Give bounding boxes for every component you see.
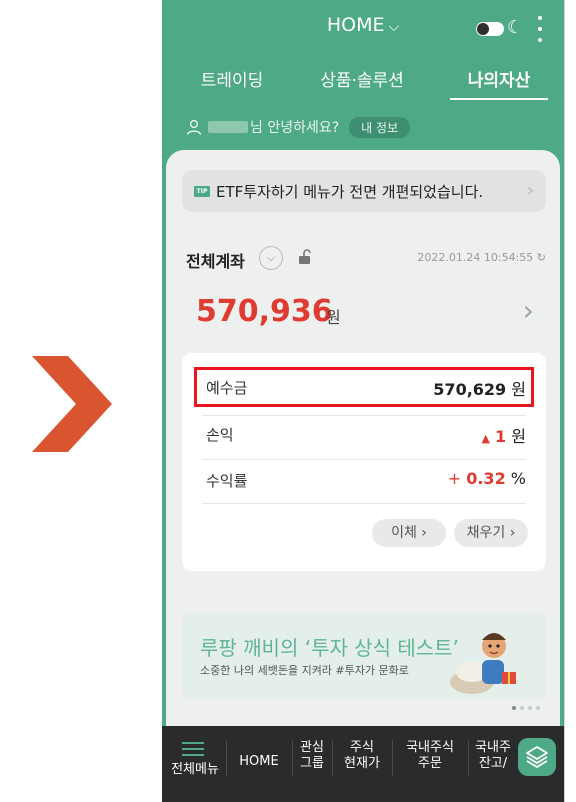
deposit-unit: 원 bbox=[511, 380, 526, 399]
profit-value: 1 bbox=[495, 427, 507, 446]
nav-domestic-order[interactable]: 국내주식 주문 bbox=[394, 740, 466, 772]
tip-badge: TIP bbox=[194, 185, 210, 197]
account-details-panel: 예수금 570,629 원 손익 ▲ 1 원 수익률 + 0.32 % 이체 ›… bbox=[182, 353, 546, 571]
my-info-button[interactable]: 내 정보 bbox=[349, 116, 411, 138]
deposit-value: 570,629 bbox=[433, 380, 507, 399]
nav-stock-price[interactable]: 주식 현재가 bbox=[334, 740, 390, 772]
nav-divider bbox=[392, 740, 393, 776]
tab-trading[interactable]: 트레이딩 bbox=[182, 66, 282, 91]
deposit-label: 예수금 bbox=[206, 379, 248, 397]
tip-notice[interactable]: TIP ETF투자하기 메뉴가 전면 개편되었습니다. › bbox=[182, 170, 546, 212]
rate-sign: + bbox=[447, 469, 462, 488]
total-balance-unit: 원 bbox=[326, 308, 341, 327]
nav-divider bbox=[468, 740, 469, 776]
chevron-down-icon: ⌵ bbox=[388, 19, 400, 35]
rate-label: 수익률 bbox=[206, 472, 248, 490]
layers-button[interactable] bbox=[518, 738, 556, 776]
profit-value-group: ▲ 1 원 bbox=[481, 423, 526, 447]
active-tab-indicator bbox=[450, 98, 548, 100]
nav-divider bbox=[226, 740, 227, 776]
theme-toggle[interactable] bbox=[476, 22, 504, 36]
tab-bar: 트레이딩 상품·솔루션 나의자산 bbox=[162, 66, 564, 102]
account-header: 전체계좌 ⌵ 2022.01.24 10:54:55 ↻ bbox=[186, 246, 546, 272]
tab-my-assets[interactable]: 나의자산 bbox=[450, 66, 548, 91]
timestamp-text: 2022.01.24 10:54:55 bbox=[417, 251, 534, 264]
divider bbox=[202, 415, 526, 416]
rate-row: 수익률 + 0.32 % bbox=[206, 465, 526, 495]
account-title: 전체계좌 bbox=[186, 252, 245, 271]
tab-products-solutions[interactable]: 상품·솔루션 bbox=[302, 66, 422, 91]
rate-value-group: + 0.32 % bbox=[448, 469, 526, 488]
fill-button[interactable]: 채우기 › bbox=[454, 519, 528, 547]
asset-card: TIP ETF투자하기 메뉴가 전면 개편되었습니다. › 전체계좌 ⌵ 202… bbox=[166, 150, 560, 750]
up-triangle-icon: ▲ bbox=[481, 432, 490, 445]
nav-watchlist[interactable]: 관심 그룹 bbox=[294, 740, 330, 772]
toggle-knob bbox=[477, 23, 489, 35]
chevron-right-icon[interactable]: › bbox=[523, 294, 534, 327]
chevron-right-icon: › bbox=[526, 180, 534, 201]
nav-domestic-balance[interactable]: 국내주 잔고/ bbox=[470, 740, 516, 772]
home-dropdown[interactable]: HOME ⌵ bbox=[162, 14, 564, 36]
nav-divider bbox=[332, 740, 333, 776]
layers-icon bbox=[526, 746, 548, 768]
top-bar: HOME ⌵ ☾ bbox=[162, 0, 564, 54]
greeting: 님 안녕하세요? 내 정보 bbox=[186, 116, 411, 138]
divider bbox=[202, 503, 526, 504]
carousel-dots bbox=[512, 706, 540, 710]
banner-title: 루팡 깨비의 ‘투자 상식 테스트’ bbox=[200, 636, 459, 660]
bottom-navigation: 전체메뉴 HOME 관심 그룹 주식 현재가 국내주식 주문 국내주 잔고/ bbox=[162, 726, 564, 802]
goblin-mascot-illustration bbox=[450, 633, 516, 694]
transfer-button[interactable]: 이체 › bbox=[372, 519, 446, 547]
phone-screen: HOME ⌵ ☾ 트레이딩 상품·솔루션 나의자산 님 안녕하세요? 내 정보 T… bbox=[162, 0, 565, 802]
promo-banner[interactable]: 루팡 깨비의 ‘투자 상식 테스트’ 소중한 나의 세뱃돈을 지켜라 #투자가 … bbox=[182, 614, 546, 698]
hamburger-menu-icon bbox=[182, 742, 204, 756]
deposit-value-group: 570,629 원 bbox=[433, 376, 526, 400]
chevron-right-arrow-icon bbox=[32, 356, 112, 452]
rate-value: 0.32 bbox=[466, 469, 506, 488]
profit-label: 손익 bbox=[206, 426, 234, 444]
greeting-text: 님 안녕하세요? bbox=[250, 120, 340, 136]
divider bbox=[202, 459, 526, 460]
unlock-icon[interactable] bbox=[296, 248, 314, 266]
profit-row: 손익 ▲ 1 원 bbox=[206, 419, 526, 449]
nav-divider bbox=[292, 740, 293, 776]
home-title-label: HOME bbox=[326, 14, 385, 36]
refresh-timestamp[interactable]: 2022.01.24 10:54:55 ↻ bbox=[417, 251, 546, 264]
rate-unit: % bbox=[510, 469, 526, 488]
account-dropdown-icon[interactable]: ⌵ bbox=[259, 246, 283, 270]
masked-username bbox=[208, 121, 248, 133]
nav-home[interactable]: HOME bbox=[228, 754, 290, 770]
tip-text: ETF투자하기 메뉴가 전면 개편되었습니다. bbox=[216, 182, 484, 201]
profit-unit: 원 bbox=[511, 427, 526, 446]
nav-all-menu[interactable]: 전체메뉴 bbox=[166, 762, 224, 778]
moon-icon: ☾ bbox=[507, 17, 524, 38]
user-icon bbox=[186, 119, 202, 135]
refresh-icon: ↻ bbox=[536, 251, 546, 264]
banner-subtitle: 소중한 나의 세뱃돈을 지켜라 #투자가 문화로 bbox=[200, 664, 409, 677]
total-balance: 570,936 bbox=[196, 294, 333, 329]
deposit-row[interactable]: 예수금 570,629 원 bbox=[206, 372, 526, 402]
more-menu-icon[interactable] bbox=[536, 16, 544, 42]
